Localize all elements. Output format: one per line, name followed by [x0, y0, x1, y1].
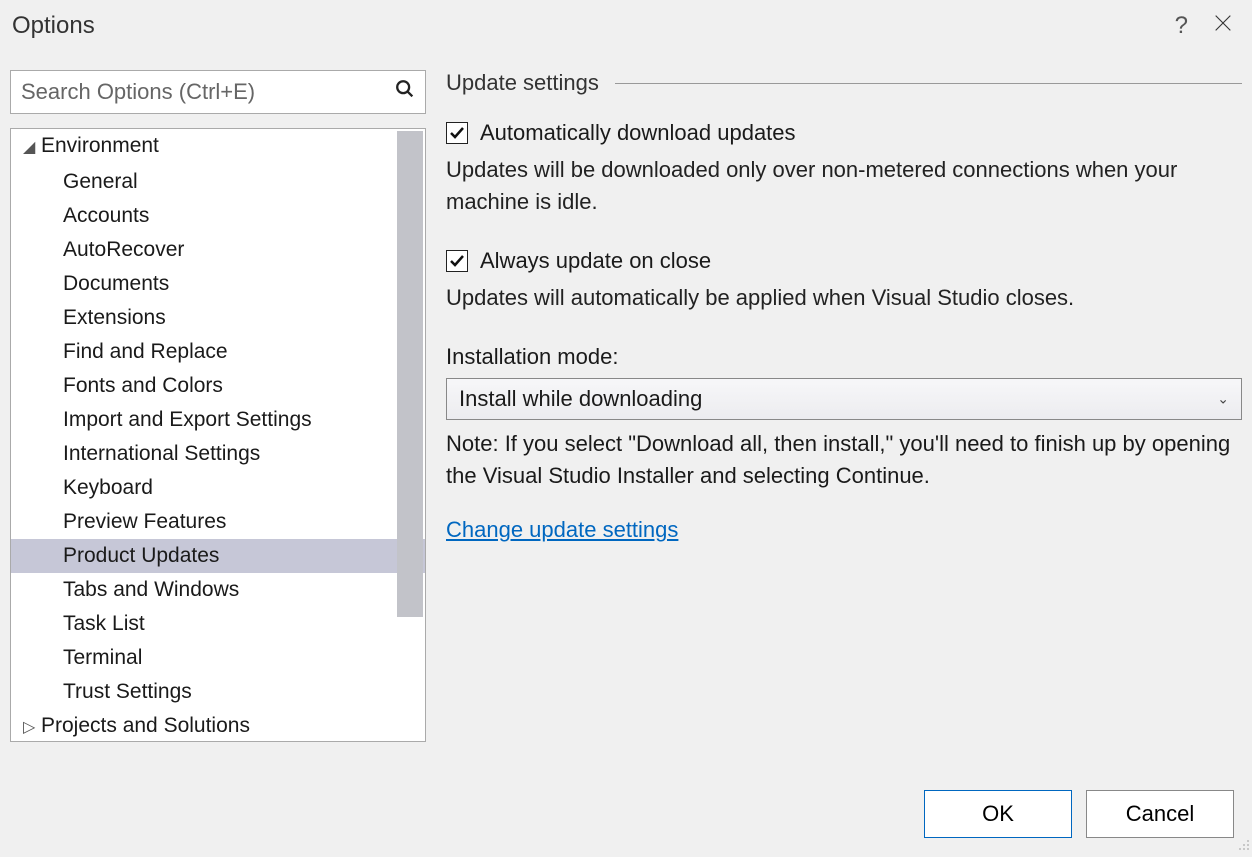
ok-button[interactable]: OK	[924, 790, 1072, 838]
tree-item[interactable]: Keyboard	[11, 471, 425, 505]
tree-item[interactable]: Product Updates	[11, 539, 425, 573]
tree-item[interactable]: Trust Settings	[11, 675, 425, 709]
tree-item[interactable]: Find and Replace	[11, 335, 425, 369]
tree-item[interactable]: Tabs and Windows	[11, 573, 425, 607]
tree-scrollbar[interactable]	[397, 131, 423, 617]
cancel-button[interactable]: Cancel	[1086, 790, 1234, 838]
help-icon[interactable]: ?	[1175, 12, 1188, 40]
change-update-settings-link[interactable]: Change update settings	[446, 517, 1242, 543]
divider	[615, 83, 1242, 84]
search-input[interactable]	[10, 70, 426, 114]
tree-group[interactable]: ▷Projects and Solutions	[11, 709, 425, 742]
window-title: Options	[12, 12, 1175, 40]
tree-item[interactable]: Import and Export Settings	[11, 403, 425, 437]
install-mode-value: Install while downloading	[459, 386, 702, 412]
tree-group[interactable]: ◢Environment	[11, 129, 425, 165]
titlebar: Options ?	[0, 0, 1252, 52]
install-mode-select[interactable]: Install while downloading ⌄	[446, 378, 1242, 420]
tree-item[interactable]: Accounts	[11, 199, 425, 233]
tree-item[interactable]: AutoRecover	[11, 233, 425, 267]
tree-item[interactable]: Documents	[11, 267, 425, 301]
close-icon[interactable]	[1212, 12, 1234, 40]
install-mode-label: Installation mode:	[446, 344, 1242, 370]
tree-item[interactable]: Fonts and Colors	[11, 369, 425, 403]
panel-heading: Update settings	[446, 70, 599, 96]
tree-item[interactable]: International Settings	[11, 437, 425, 471]
collapsed-arrow-icon: ▷	[23, 713, 37, 742]
tree-item[interactable]: General	[11, 165, 425, 199]
search-icon[interactable]	[394, 78, 416, 106]
expanded-arrow-icon: ◢	[23, 133, 37, 163]
install-mode-note: Note: If you select "Download all, then …	[446, 428, 1242, 492]
tree-item[interactable]: Extensions	[11, 301, 425, 335]
resize-grip-icon[interactable]	[1234, 834, 1250, 850]
tree-item[interactable]: Preview Features	[11, 505, 425, 539]
auto-download-label: Automatically download updates	[480, 120, 796, 146]
auto-download-checkbox[interactable]	[446, 122, 468, 144]
tree-item[interactable]: Task List	[11, 607, 425, 641]
chevron-down-icon: ⌄	[1217, 390, 1229, 407]
options-tree[interactable]: ◢EnvironmentGeneralAccountsAutoRecoverDo…	[10, 128, 426, 742]
update-on-close-desc: Updates will automatically be applied wh…	[446, 282, 1242, 314]
update-on-close-label: Always update on close	[480, 248, 711, 274]
auto-download-desc: Updates will be downloaded only over non…	[446, 154, 1242, 218]
update-on-close-checkbox[interactable]	[446, 250, 468, 272]
tree-item[interactable]: Terminal	[11, 641, 425, 675]
